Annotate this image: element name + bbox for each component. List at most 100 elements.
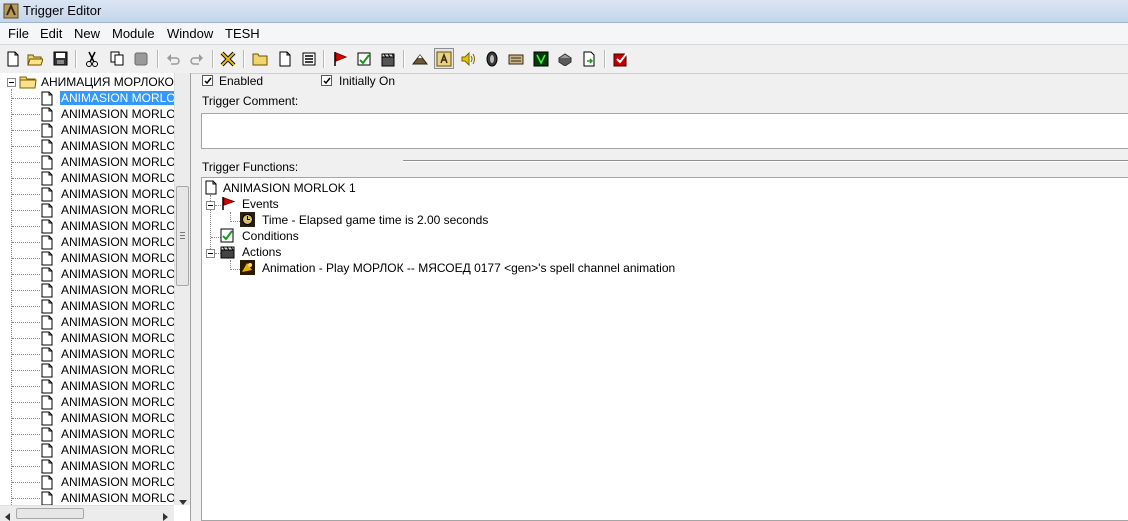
tree-item[interactable]: ANIMASION MORLOK — [0, 394, 184, 410]
horizontal-scroll-thumb[interactable] — [16, 508, 84, 519]
delete-icon[interactable] — [218, 48, 238, 69]
scroll-thumb[interactable] — [176, 186, 189, 286]
window-title: Trigger Editor — [23, 3, 102, 18]
tree-item[interactable]: ANIMASION MORLOK — [0, 314, 184, 330]
tree-item[interactable]: ANIMASION MORLOK — [0, 218, 184, 234]
redo-icon[interactable] — [187, 48, 207, 69]
events-collapse-icon[interactable] — [206, 201, 215, 210]
campaign-editor-icon[interactable] — [506, 48, 526, 69]
new-icon[interactable] — [3, 48, 23, 69]
trigger-comment-label: Trigger Comment: — [202, 94, 299, 108]
new-trigger-icon[interactable] — [275, 48, 295, 69]
menu-bar: File Edit New Module Window TESH — [0, 23, 1128, 45]
toolbar — [0, 45, 1128, 74]
menu-new[interactable]: New — [74, 26, 100, 41]
tree-item[interactable]: ANIMASION MORLOK — [0, 266, 184, 282]
scroll-down-arrow-icon[interactable] — [179, 494, 187, 508]
paste-icon[interactable] — [131, 48, 151, 69]
trigger-doc-icon — [41, 123, 54, 138]
tree-item-label: ANIMASION MORLOK — [61, 443, 184, 457]
object-editor-icon[interactable] — [482, 48, 502, 69]
tree-item[interactable]: ANIMASION MORLOK — [0, 234, 184, 250]
conditions-node[interactable]: Conditions — [220, 228, 340, 244]
tree-item-label: ANIMASION MORLOK — [61, 315, 184, 329]
tree-item-label: ANIMASION MORLOK — [61, 235, 184, 249]
initially-on-checkbox[interactable] — [321, 75, 332, 86]
tree-item[interactable]: ANIMASION MORLOK — [0, 378, 184, 394]
tree-item[interactable]: ANIMASION MORLOK — [0, 282, 184, 298]
new-comment-icon[interactable] — [299, 48, 319, 69]
trigger-doc-icon — [41, 411, 54, 426]
collapse-icon[interactable] — [7, 78, 16, 87]
ai-editor-icon[interactable] — [531, 48, 551, 69]
scroll-left-arrow-icon[interactable] — [5, 510, 10, 521]
category-label: АНИМАЦИЯ МОРЛОКОВ — [41, 75, 182, 89]
copy-icon[interactable] — [107, 48, 127, 69]
tree-item[interactable]: ANIMASION MORLOK — [0, 410, 184, 426]
tree-item-label: ANIMASION MORLOK — [61, 459, 184, 473]
sound-editor-icon[interactable] — [458, 48, 478, 69]
tree-item[interactable]: ANIMASION MORLOK — [0, 250, 184, 266]
action-row[interactable]: Animation - Play МОРЛОК -- МЯСОЕД 0177 <… — [240, 260, 675, 276]
tree-item[interactable]: ANIMASION MORLOK — [0, 170, 184, 186]
menu-edit[interactable]: Edit — [40, 26, 62, 41]
tree-item[interactable]: ANIMASION MORLOK — [0, 154, 184, 170]
tree-item-label: ANIMASION MORLOK — [61, 299, 184, 313]
trigger-doc-icon — [41, 171, 54, 186]
menu-tesh[interactable]: TESH — [225, 26, 260, 41]
trigger-editor-icon[interactable] — [434, 48, 454, 69]
tree-item[interactable]: ANIMASION MORLOK — [0, 330, 184, 346]
trigger-doc-icon — [41, 475, 54, 490]
new-action-icon[interactable] — [378, 48, 398, 69]
terrain-editor-icon[interactable] — [410, 48, 430, 69]
menu-module[interactable]: Module — [112, 26, 155, 41]
actions-node[interactable]: Actions — [220, 244, 340, 260]
object-manager-icon[interactable] — [555, 48, 575, 69]
menu-file[interactable]: File — [8, 26, 29, 41]
tree-item[interactable]: ANIMASION MORLOK — [0, 426, 184, 442]
tree-item[interactable]: ANIMASION MORLOK — [0, 458, 184, 474]
scroll-right-arrow-icon[interactable] — [163, 510, 168, 521]
tree-item[interactable]: ANIMASION MORLOK — [0, 362, 184, 378]
new-condition-icon[interactable] — [354, 48, 374, 69]
undo-icon[interactable] — [163, 48, 183, 69]
tree-item-label: ANIMASION MORLOK — [61, 331, 184, 345]
new-event-icon[interactable] — [330, 48, 350, 69]
tree-item[interactable]: ANIMASION MORLOK — [0, 122, 184, 138]
save-icon[interactable] — [50, 48, 70, 69]
tree-item[interactable]: ANIMASION MORLOK — [0, 298, 184, 314]
open-icon[interactable] — [25, 48, 45, 69]
actions-collapse-icon[interactable] — [206, 249, 215, 258]
enabled-checkbox[interactable] — [202, 75, 213, 86]
event-row[interactable]: Time - Elapsed game time is 2.00 seconds — [240, 212, 560, 228]
trigger-doc-icon — [205, 180, 220, 195]
trigger-doc-icon — [41, 107, 54, 122]
tree-item[interactable]: ANIMASION MORLOK — [0, 138, 184, 154]
menu-window[interactable]: Window — [167, 26, 213, 41]
trigger-tree[interactable]: АНИМАЦИЯ МОРЛОКОВ ANIMASION MORLOK ANIMAS… — [0, 73, 191, 521]
trigger-functions-tree[interactable]: ANIMASION MORLOK 1 Events Time - Elapsed… — [201, 177, 1128, 521]
trigger-root-row[interactable]: ANIMASION MORLOK 1 — [203, 180, 403, 196]
import-manager-icon[interactable] — [579, 48, 599, 69]
tree-horizontal-scrollbar[interactable] — [0, 505, 174, 521]
conditions-label: Conditions — [242, 229, 299, 243]
trigger-comment-field[interactable] — [201, 113, 1128, 149]
tree-item-label: ANIMASION MORLOK — [61, 475, 184, 489]
tree-item[interactable]: ANIMASION MORLOK — [0, 90, 185, 106]
tree-item[interactable]: ANIMASION MORLOK — [0, 346, 184, 362]
events-node[interactable]: Events — [220, 196, 320, 212]
new-category-icon[interactable] — [250, 48, 270, 69]
tree-item[interactable]: ANIMASION MORLOK — [0, 186, 184, 202]
tree-item[interactable]: ANIMASION MORLOK — [0, 202, 184, 218]
tree-item-label: ANIMASION MORLOK — [61, 379, 184, 393]
cut-icon[interactable] — [82, 48, 102, 69]
tree-item[interactable]: ANIMASION MORLOK — [0, 474, 184, 490]
test-map-icon[interactable] — [610, 48, 630, 69]
tree-item[interactable]: ANIMASION MORLOK — [0, 106, 184, 122]
tree-category-row[interactable]: АНИМАЦИЯ МОРЛОКОВ — [0, 74, 182, 90]
title-bar: Trigger Editor — [0, 0, 1128, 23]
tree-item[interactable]: ANIMASION MORLOK — [0, 490, 184, 506]
trigger-doc-icon — [41, 139, 54, 154]
tree-item[interactable]: ANIMASION MORLOK — [0, 442, 184, 458]
tree-vertical-scrollbar[interactable] — [174, 73, 190, 508]
